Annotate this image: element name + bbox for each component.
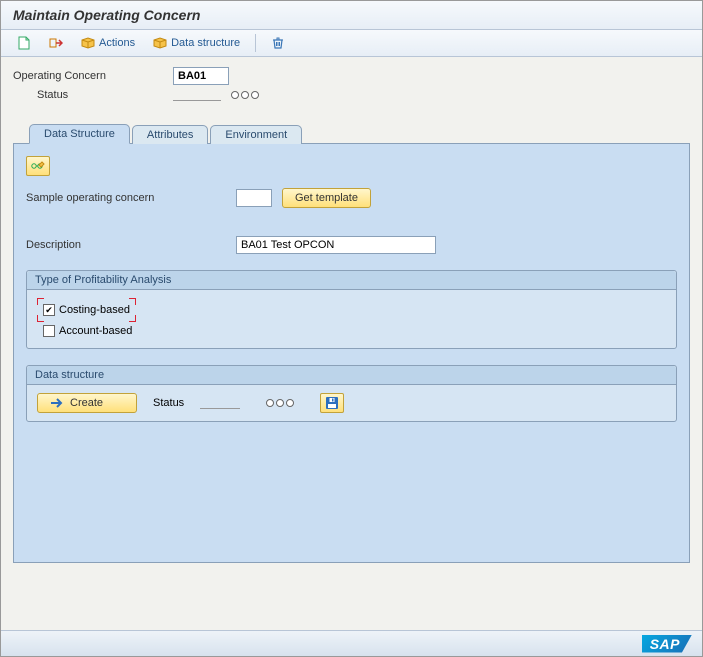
tab-environment[interactable]: Environment: [210, 125, 302, 144]
profitability-groupbox: Type of Profitability Analysis Costing-b…: [26, 270, 677, 349]
light-green: [286, 399, 294, 407]
ds-status-label: Status: [153, 397, 184, 409]
toolbar-separator: [255, 34, 256, 52]
status-value-blank: [173, 89, 221, 101]
change-mode-button[interactable]: [26, 156, 50, 176]
new-document-button[interactable]: [11, 34, 37, 52]
box-icon: [81, 37, 95, 49]
light-red: [231, 91, 239, 99]
status-label: Status: [13, 89, 173, 101]
status-row: Status: [13, 89, 690, 101]
trash-icon: [271, 36, 285, 50]
datastruct-title: Data structure: [27, 366, 676, 385]
description-row: Description: [26, 236, 677, 254]
sample-input[interactable]: [236, 189, 272, 207]
create-button[interactable]: Create: [37, 393, 137, 413]
diskette-icon: [325, 396, 339, 410]
operating-concern-label: Operating Concern: [13, 70, 173, 82]
data-structure-label: Data structure: [171, 37, 240, 49]
tabstrip: Data Structure Attributes Environment: [13, 123, 690, 143]
data-structure-button[interactable]: Data structure: [147, 35, 246, 51]
assign-button[interactable]: [43, 34, 69, 52]
arrow-out-icon: [49, 36, 63, 50]
ds-status-blank: [200, 397, 240, 409]
document-icon: [17, 36, 31, 50]
window-title: Maintain Operating Concern: [1, 1, 702, 30]
sample-row: Sample operating concern Get template: [26, 188, 677, 208]
ds-traffic-light: [266, 399, 294, 407]
operating-concern-input[interactable]: [173, 67, 229, 85]
description-label: Description: [26, 239, 226, 251]
costing-label: Costing-based: [59, 304, 130, 316]
profitability-body: Costing-based Account-based: [27, 290, 676, 348]
datastruct-body: Create Status: [27, 385, 676, 421]
light-green: [251, 91, 259, 99]
light-yellow: [276, 399, 284, 407]
status-bar: SAP: [1, 630, 702, 656]
box-icon: [153, 37, 167, 49]
account-checkbox[interactable]: [43, 325, 55, 337]
tab-panel-data-structure: Sample operating concern Get template De…: [13, 143, 690, 563]
sap-logo: SAP: [642, 635, 692, 653]
tab-attributes[interactable]: Attributes: [132, 125, 208, 144]
tab-data-structure[interactable]: Data Structure: [29, 124, 130, 144]
account-label: Account-based: [59, 325, 132, 337]
light-red: [266, 399, 274, 407]
arrow-right-icon: [50, 398, 64, 408]
save-activate-button[interactable]: [320, 393, 344, 413]
content-area: Operating Concern Status Data Structure …: [1, 57, 702, 633]
description-input[interactable]: [236, 236, 436, 254]
actions-button[interactable]: Actions: [75, 35, 141, 51]
actions-label: Actions: [99, 37, 135, 49]
costing-highlight: Costing-based: [37, 298, 136, 322]
profitability-title: Type of Profitability Analysis: [27, 271, 676, 290]
create-label: Create: [70, 397, 103, 409]
sample-label: Sample operating concern: [26, 192, 226, 204]
operating-concern-row: Operating Concern: [13, 67, 690, 85]
get-template-button[interactable]: Get template: [282, 188, 371, 208]
status-traffic-light: [231, 91, 259, 99]
datastruct-groupbox: Data structure Create Status: [26, 365, 677, 422]
costing-checkbox[interactable]: [43, 304, 55, 316]
light-yellow: [241, 91, 249, 99]
glasses-pencil-icon: [30, 159, 46, 173]
delete-button[interactable]: [265, 34, 291, 52]
app-toolbar: Actions Data structure: [1, 30, 702, 57]
